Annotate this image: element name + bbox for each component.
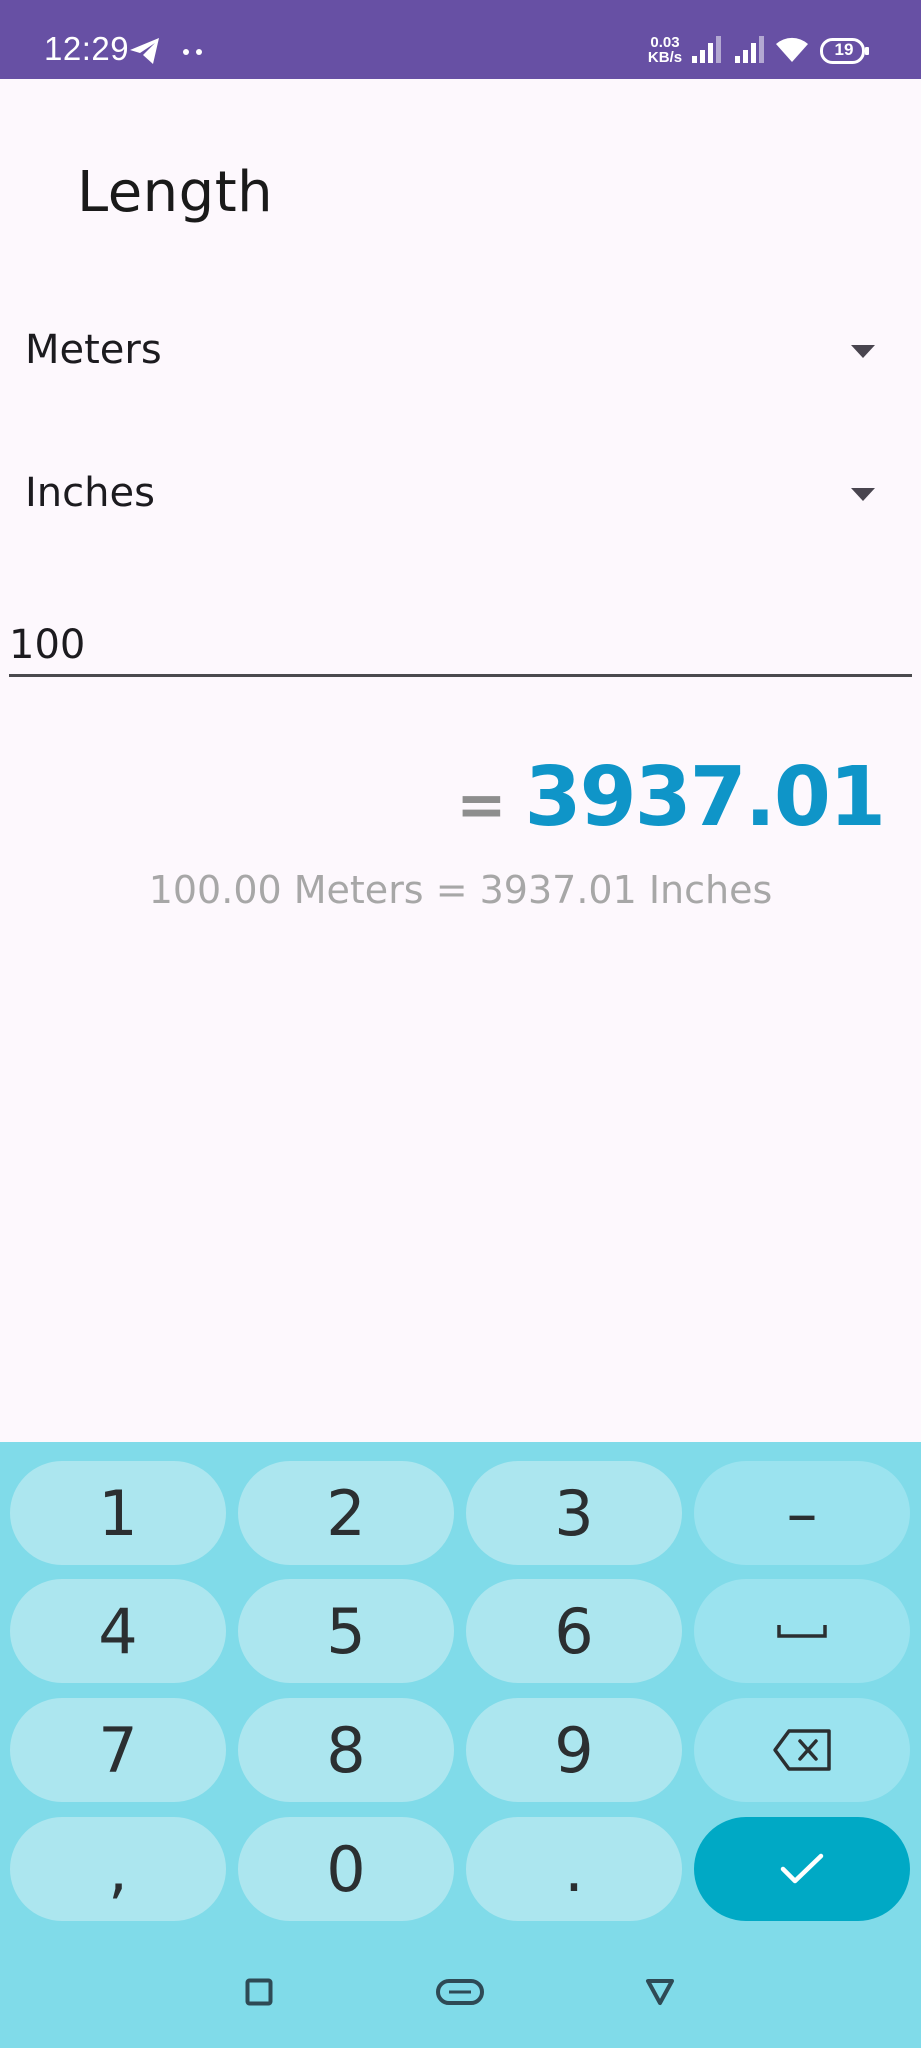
home-pill-icon[interactable] — [435, 1978, 485, 2006]
key-minus[interactable]: – — [694, 1461, 910, 1565]
result-summary: 100.00 Meters = 3937.01 Inches — [148, 868, 773, 912]
system-navigation-bar — [0, 1930, 921, 2048]
chevron-down-icon — [851, 345, 875, 358]
space-key[interactable] — [694, 1579, 910, 1683]
network-speed-value: 0.03 — [650, 34, 680, 51]
to-unit-dropdown[interactable]: Inches — [0, 448, 921, 548]
key-6[interactable]: 6 — [466, 1579, 682, 1683]
from-unit-label: Meters — [25, 327, 162, 373]
page-title: Length — [77, 160, 274, 225]
space-icon — [777, 1625, 827, 1638]
status-time: 12:29 — [44, 30, 130, 67]
to-unit-label: Inches — [25, 470, 155, 516]
result-value: 3937.01 — [524, 750, 886, 845]
battery-level: 19 — [834, 40, 854, 59]
signal-icon — [692, 36, 721, 63]
signal-icon — [735, 36, 764, 63]
key-9[interactable]: 9 — [466, 1698, 682, 1802]
wifi-icon — [776, 37, 808, 62]
key-8[interactable]: 8 — [238, 1698, 454, 1802]
key-7[interactable]: 7 — [10, 1698, 226, 1802]
chevron-down-icon — [851, 488, 875, 501]
key-5[interactable]: 5 — [238, 1579, 454, 1683]
done-key[interactable] — [694, 1817, 910, 1921]
key-comma[interactable]: , — [10, 1817, 226, 1921]
status-bar: 12:29 0.03 KB/s 19 — [0, 0, 921, 79]
result-display: = 3937.01 — [456, 750, 886, 845]
network-speed-unit: KB/s — [647, 49, 683, 66]
key-4[interactable]: 4 — [10, 1579, 226, 1683]
backspace-key[interactable] — [694, 1698, 910, 1802]
checkmark-icon — [780, 1853, 824, 1884]
back-triangle-icon[interactable] — [645, 1977, 675, 2007]
numeric-keyboard: 1 2 3 – 4 5 6 7 8 9 , 0 . — [0, 1442, 921, 2048]
result-equals-sign: = — [456, 770, 507, 840]
key-0[interactable]: 0 — [238, 1817, 454, 1921]
more-dots-icon — [183, 49, 202, 55]
key-1[interactable]: 1 — [10, 1461, 226, 1565]
key-2[interactable]: 2 — [238, 1461, 454, 1565]
recents-square-icon[interactable] — [245, 1978, 273, 2006]
from-unit-dropdown[interactable]: Meters — [0, 305, 921, 405]
key-3[interactable]: 3 — [466, 1461, 682, 1565]
key-period[interactable]: . — [466, 1817, 682, 1921]
network-speed: 0.03 KB/s — [645, 35, 685, 65]
amount-input[interactable] — [9, 615, 912, 677]
telegram-icon — [130, 38, 159, 64]
backspace-icon — [773, 1729, 831, 1771]
